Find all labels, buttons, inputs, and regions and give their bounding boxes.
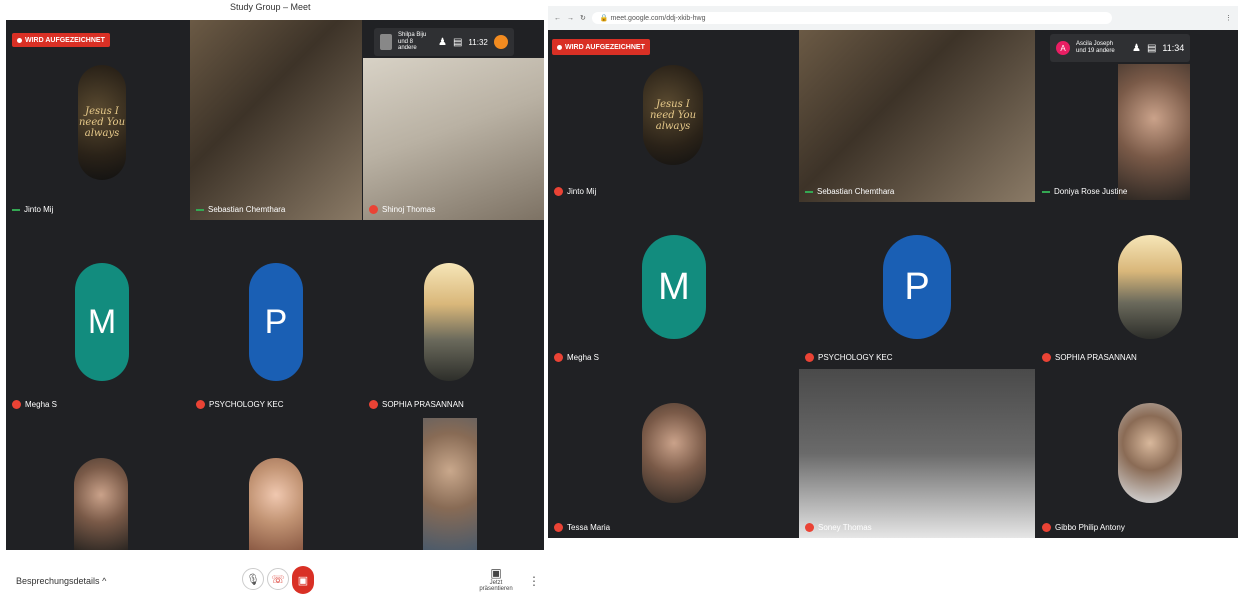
tile-name: Soney Thomas [818,523,872,532]
tile-jinto[interactable]: Jesus I need You always Jinto Mij [6,20,189,220]
tile-sebastian[interactable]: Sebastian Chemthara [799,30,1035,202]
top-caption: Study Group – Meet [230,2,311,12]
mic-off-icon [805,353,814,362]
avatar-sophia [424,263,474,381]
browser-url-bar: ← → ↻ 🔒 meet.google.com/ddj-xkib-hwg ⋮ [548,6,1238,30]
left-bottom-bar: Besprechungsdetails ^ 🎙 ☏ ▣ ▣ Jetzt präs… [6,552,544,604]
mic-off-icon [369,205,378,214]
mic-off-icon [554,523,563,532]
menu-dots-icon[interactable]: ⋮ [1225,14,1232,22]
participants-info[interactable]: Shilpa Biju und 8 andere [398,32,432,52]
tile-doniya[interactable]: Doniya Rose Justine [1036,30,1238,202]
address-field[interactable]: 🔒 meet.google.com/ddj-xkib-hwg [591,12,1112,24]
tile-soney[interactable]: Soney Thomas [799,369,1035,538]
top-info: Shilpa Biju und 8 andere ♟ ▤ 11:32 [374,28,514,56]
speaking-icon [1042,190,1050,193]
mic-off-icon [196,400,205,409]
avatar-gibbo [1118,403,1182,503]
tile-name: PSYCHOLOGY KEC [818,353,893,362]
camera-off-button[interactable]: ▣ [292,566,314,594]
mic-off-icon [554,187,563,196]
tile-name: Tessa Maria [567,523,611,532]
tile-name: SOPHIA PRASANNAN [1055,353,1137,362]
speaking-icon [12,208,20,211]
tile-gibbo[interactable]: Gibbo Philip Antony [1036,369,1238,538]
tile-psychology[interactable]: P PSYCHOLOGY KEC [190,225,362,415]
tile-tessa[interactable]: Tessa Maria [548,369,798,538]
tile-name: Megha S [567,353,600,362]
tile-sophia[interactable]: SOPHIA PRASANNAN [363,225,544,415]
people-icon[interactable]: ♟ [438,37,447,48]
clock-time: 11:32 [468,37,488,47]
tile-name: Doniya Rose Justine [1054,187,1128,196]
meeting-details[interactable]: Besprechungsdetails ^ [16,576,106,586]
user-avatar[interactable] [493,35,508,49]
mic-off-icon [12,400,21,409]
chat-icon[interactable]: ▤ [453,37,462,48]
mic-off-icon [369,400,378,409]
forward-icon[interactable]: → [567,15,574,22]
tile-name: Megha S [25,400,58,409]
tile-name: SOPHIA PRASANNAN [382,400,464,409]
mic-off-icon [554,353,563,362]
left-meet-window: WIRD AUFGEZEICHNET Shilpa Biju und 8 and… [6,20,544,550]
jesus-avatar: Jesus I need You always [78,65,126,180]
present-now-button[interactable]: ▣ Jetzt präsentieren [476,566,516,592]
mic-off-icon [1042,523,1051,532]
tile-jinto[interactable]: Jesus I need You always Jinto Mij [548,30,798,202]
speaking-icon [196,208,204,211]
tile-name: Shinoj Thomas [382,205,436,214]
avatar-tessa [642,403,706,503]
mic-off-icon [1042,353,1051,362]
tile-name: Jinto Mij [567,187,597,196]
present-icon: ▣ [490,566,502,580]
avatar-megha: M [75,263,129,381]
avatar-participant-8 [249,458,303,550]
tile-participant-9[interactable] [423,418,477,550]
avatar-megha: M [642,235,706,339]
tile-megha[interactable]: M Megha S [6,225,189,415]
avatar-psychology: P [249,263,303,381]
avatar-psychology: P [883,235,951,339]
mic-off-icon [805,523,814,532]
reload-icon[interactable]: ↻ [580,14,586,22]
tile-shinoj[interactable]: Shinoj Thomas [363,58,544,220]
tile-psychology[interactable]: P PSYCHOLOGY KEC [799,203,1035,368]
right-meet-window: WIRD AUFGEZEICHNET A Ascila Joseph und 1… [548,30,1238,538]
jesus-avatar: Jesus I need You always [643,65,703,165]
tile-name: Gibbo Philip Antony [1055,523,1125,532]
tile-megha[interactable]: M Megha S [548,203,798,368]
tile-name: Sebastian Chemthara [817,187,895,196]
tile-sebastian[interactable]: Sebastian Chemthara [190,20,362,220]
mic-button[interactable]: 🎙 [242,568,264,590]
more-options-icon[interactable]: ⋮ [528,574,540,588]
hangup-button[interactable]: ☏ [267,568,289,590]
avatar-sophia [1118,235,1182,339]
avatar-participant-7 [74,458,128,550]
video-doniya [1118,64,1190,200]
speaking-icon [805,190,813,193]
back-icon[interactable]: ← [554,15,561,22]
tile-sophia[interactable]: SOPHIA PRASANNAN [1036,203,1238,368]
participant-thumb-icon[interactable] [380,34,392,50]
tile-name: Jinto Mij [24,205,54,214]
lock-icon: 🔒 [599,15,609,22]
tile-name: Sebastian Chemthara [208,205,286,214]
tile-name: PSYCHOLOGY KEC [209,400,284,409]
